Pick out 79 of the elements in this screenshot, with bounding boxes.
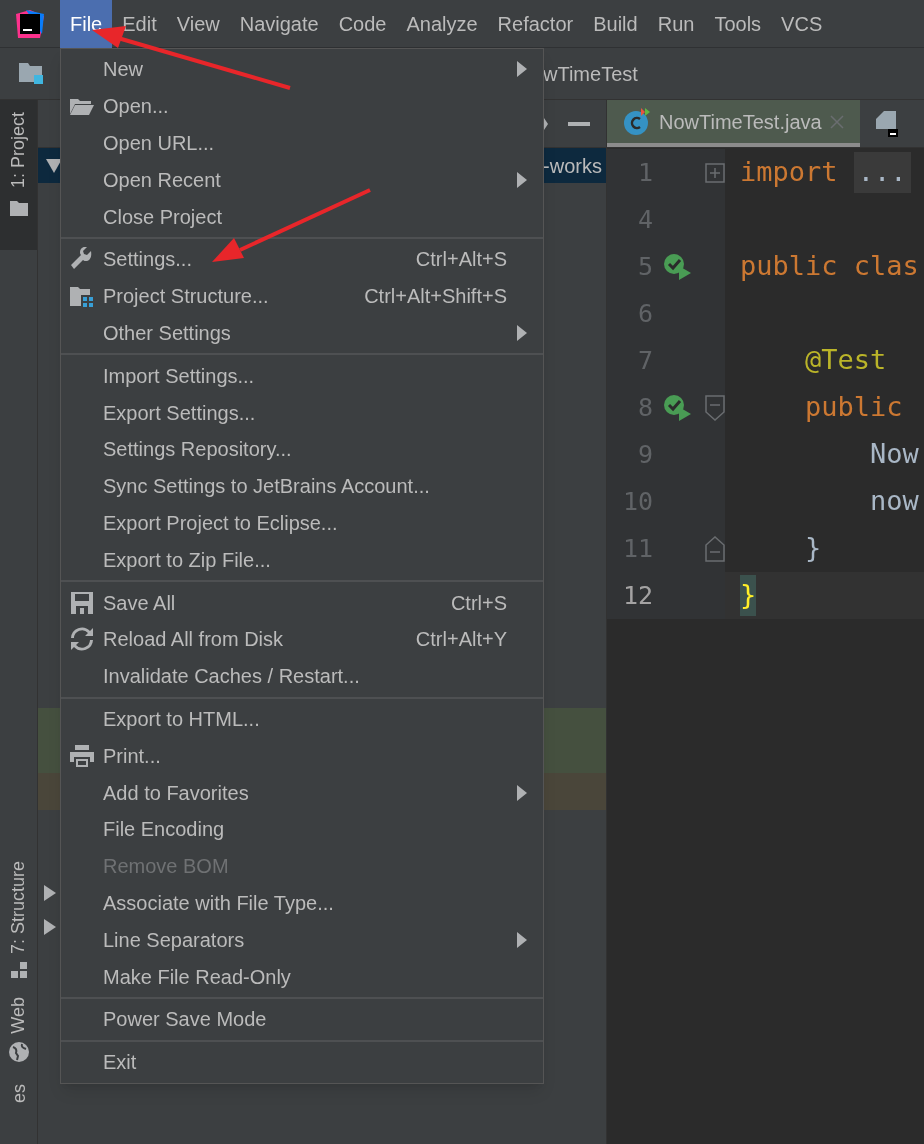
menu-item[interactable]: Sync Settings to JetBrains Account... [61,467,543,505]
code-text: } [804,531,822,566]
collapsed-arrow-icon [44,919,56,935]
menu-bar-item[interactable]: View [166,0,230,48]
menu-item[interactable]: Export to Zip File... [61,541,543,579]
menu-item[interactable]: Invalidate Caches / Restart... [61,657,543,695]
menu-bar-item[interactable]: Edit [112,0,167,48]
menu-item[interactable]: Open... [61,87,543,125]
menu-item[interactable]: Power Save Mode [61,1000,543,1038]
menu-bar-item[interactable]: Refactor [487,0,584,48]
breadcrumb-item[interactable]: wTimeTest [543,58,638,89]
menu-item[interactable]: Import Settings... [61,357,543,395]
java-class-icon [623,107,651,136]
module-folder-icon [18,60,46,87]
code-text: ... [853,152,911,193]
tool-window-tab[interactable]: es [9,1084,28,1103]
code-text: } [740,575,757,616]
code-text: Now [869,437,919,472]
globe-icon [8,1042,29,1062]
app-logo-icon [16,9,44,38]
menu-item[interactable]: Associate with File Type... [61,884,543,922]
expand-arrow-icon [46,158,62,173]
menu-item[interactable]: Other Settings [61,314,543,352]
folder-icon [69,96,95,117]
menu-bar-item[interactable]: File [60,0,113,48]
close-icon[interactable] [829,114,844,129]
shortcut-text: Ctrl+S [450,590,508,616]
menu-bar-item[interactable]: Code [328,0,397,48]
menu-bar-item[interactable]: Tools [704,0,772,48]
collapsed-arrow-icon [44,885,56,901]
code-text: @Test [804,343,887,378]
shortcut-text: Ctrl+Alt+Shift+S [364,284,508,310]
reload-icon [70,627,94,652]
run-test-icon[interactable] [663,252,693,281]
structure-icon [10,962,27,978]
menu-bar-item[interactable]: Run [647,0,705,48]
menu-bar-item[interactable]: VCS [771,0,833,48]
printer-icon [69,743,95,768]
file-icon [875,110,898,137]
menu-item[interactable]: Exit [61,1043,543,1081]
menu-item[interactable]: Print... [61,737,543,775]
code-text: import [740,155,839,190]
editor-tab[interactable]: NowTimeTest.java [607,100,860,147]
menu-item[interactable]: Export Settings... [61,394,543,431]
run-test-icon[interactable] [663,393,693,422]
folder-grid-icon [69,285,95,308]
menu-item[interactable]: File Encoding [61,810,543,848]
tool-window-tab[interactable]: 7: Structure [0,848,37,986]
menu-item[interactable]: Close Project [61,198,543,235]
code-text: public clas [740,249,919,284]
menu-bar-item[interactable]: Navigate [229,0,329,48]
wrench-icon [70,247,94,272]
menu-item[interactable]: Project Structure... Ctrl+Alt+Shift+S [61,277,543,315]
menu-bar-item[interactable]: Build [583,0,648,48]
tool-window-tab[interactable]: Web [0,986,37,1070]
code-text: now [869,484,919,519]
fold-collapse-icon[interactable] [705,394,725,421]
menu-item[interactable]: Reload All from Disk Ctrl+Alt+Y [61,620,543,658]
line-number: 12 [621,579,653,612]
menu-item[interactable]: Add to Favorites [61,774,543,811]
tool-window-tab[interactable]: 1: Project [0,100,37,250]
menu-item[interactable]: Settings Repository... [61,430,543,468]
menu-item[interactable]: Line Separators [61,921,543,959]
menu-item[interactable]: Open URL... [61,124,543,162]
menu-item[interactable]: New [61,51,543,88]
fold-end-icon[interactable] [705,535,725,562]
menu-item[interactable]: Open Recent [61,161,543,199]
menu-item[interactable]: Make File Read-Only [61,958,543,995]
menu-item[interactable]: Export Project to Eclipse... [61,504,543,542]
minimize-icon[interactable] [568,121,590,126]
shortcut-text: Ctrl+Alt+Y [415,627,508,653]
menu-item[interactable]: Save All Ctrl+S [61,584,543,621]
menu-item[interactable]: Settings... Ctrl+Alt+S [61,241,543,278]
folder-icon [9,200,28,217]
menu-item[interactable]: Export to HTML... [61,700,543,738]
shortcut-text: Ctrl+Alt+S [415,247,508,273]
code-text: public [804,390,903,425]
menu-bar-item[interactable]: Analyze [396,0,488,48]
fold-expand-icon[interactable] [705,162,725,183]
